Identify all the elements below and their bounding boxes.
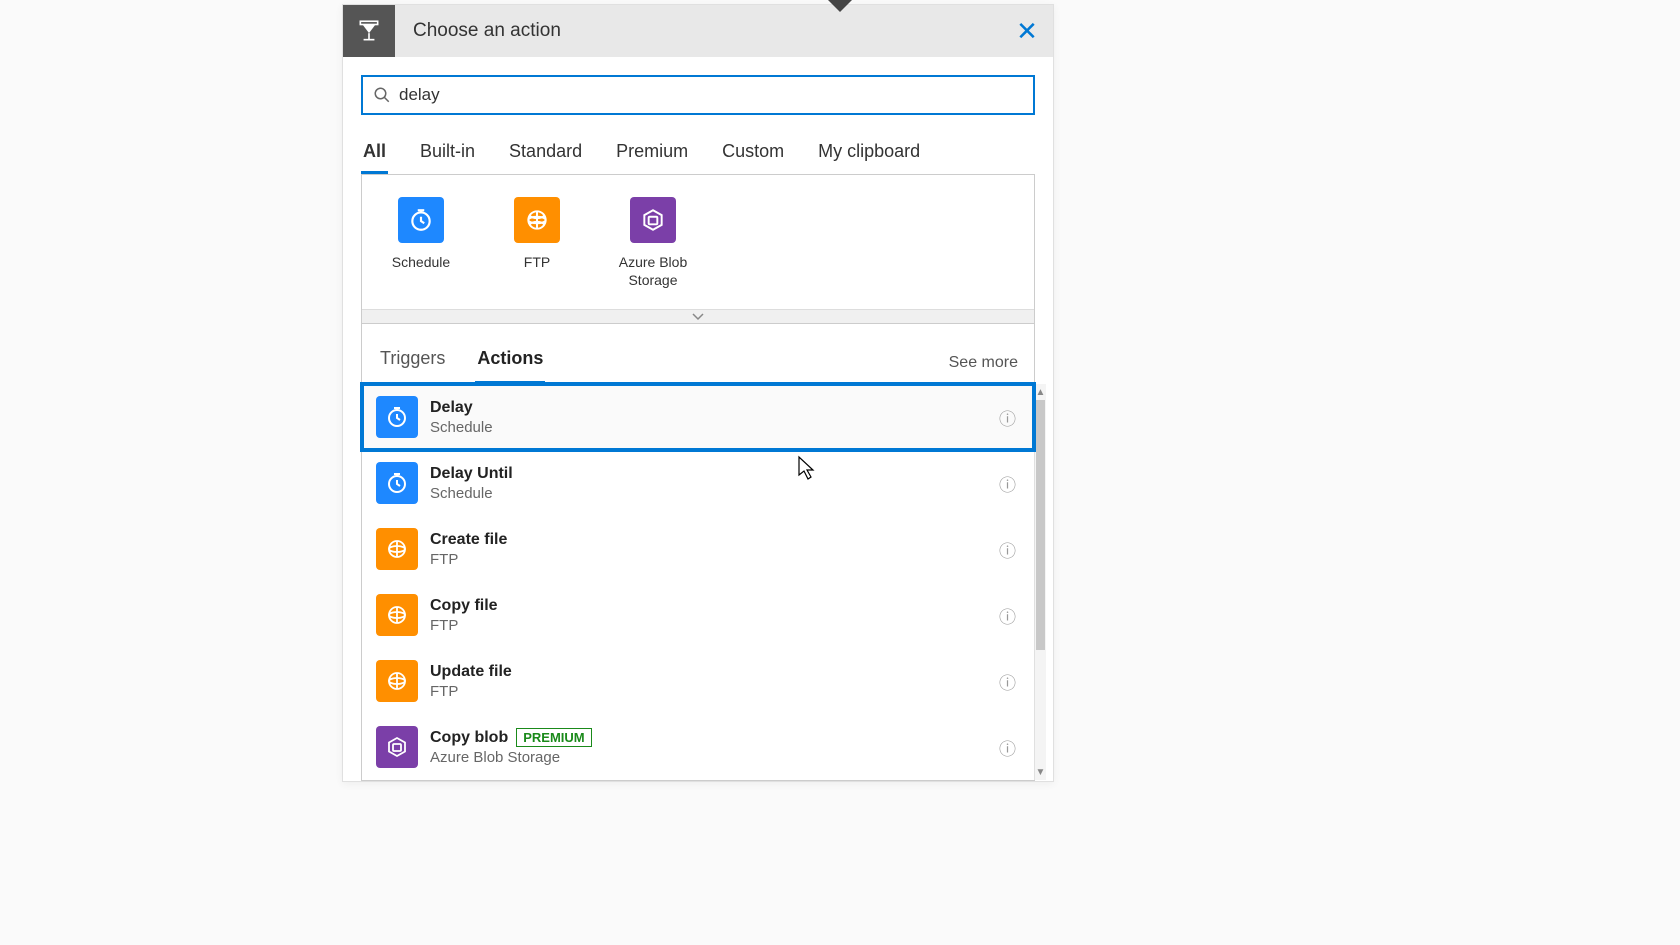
search-input[interactable]	[399, 85, 1023, 105]
expand-connectors[interactable]	[362, 309, 1034, 323]
tab-all[interactable]: All	[361, 133, 388, 174]
insert-marker	[828, 0, 852, 12]
info-icon[interactable]: ⓘ	[995, 735, 1020, 760]
connector-blob[interactable]: Azure Blob Storage	[614, 197, 692, 289]
tab-triggers[interactable]: Triggers	[378, 342, 447, 383]
close-icon: ✕	[1016, 16, 1038, 47]
action-subtitle: FTP	[430, 551, 995, 568]
action-title: Delay Until	[430, 465, 513, 483]
tab-actions[interactable]: Actions	[475, 342, 545, 383]
scrollbar[interactable]: ▲ ▼	[1034, 384, 1046, 780]
action-title: Copy blob	[430, 729, 508, 747]
action-title: Update file	[430, 663, 512, 681]
result-tabs: Triggers Actions See more	[362, 324, 1034, 384]
chevron-down-icon	[692, 313, 704, 321]
info-icon[interactable]: ⓘ	[995, 471, 1020, 496]
connector-label: FTP	[524, 253, 550, 271]
tab-builtin[interactable]: Built-in	[418, 133, 477, 174]
schedule-icon	[398, 197, 444, 243]
search-container	[343, 57, 1053, 133]
action-row-update-file[interactable]: Update file FTP ⓘ	[362, 648, 1034, 714]
action-title: Delay	[430, 399, 473, 417]
action-subtitle: Schedule	[430, 419, 995, 436]
category-tabs: All Built-in Standard Premium Custom My …	[343, 133, 1053, 174]
action-text: Copy blob PREMIUM Azure Blob Storage	[430, 728, 995, 766]
action-row-copy-file[interactable]: Copy file FTP ⓘ	[362, 582, 1034, 648]
ftp-icon	[376, 660, 418, 702]
tab-standard[interactable]: Standard	[507, 133, 584, 174]
search-box[interactable]	[361, 75, 1035, 115]
connector-label: Azure Blob Storage	[614, 253, 692, 289]
action-step-icon	[343, 5, 395, 57]
blob-icon	[630, 197, 676, 243]
action-list: Delay Schedule ⓘ Delay Until Schedule ⓘ	[362, 384, 1034, 780]
info-icon[interactable]: ⓘ	[995, 405, 1020, 430]
connector-label: Schedule	[392, 253, 450, 271]
action-subtitle: Azure Blob Storage	[430, 749, 995, 766]
connector-ftp[interactable]: FTP	[498, 197, 576, 289]
action-text: Create file FTP	[430, 531, 995, 568]
ftp-icon	[514, 197, 560, 243]
close-button[interactable]: ✕	[1001, 5, 1053, 57]
results-section: Triggers Actions See more Delay Schedule…	[361, 324, 1035, 781]
tab-custom[interactable]: Custom	[720, 133, 786, 174]
info-icon[interactable]: ⓘ	[995, 669, 1020, 694]
action-row-delay[interactable]: Delay Schedule ⓘ	[362, 384, 1034, 450]
action-text: Copy file FTP	[430, 597, 995, 634]
scroll-up-icon[interactable]: ▲	[1035, 384, 1046, 400]
action-text: Delay Until Schedule	[430, 465, 995, 502]
action-title: Copy file	[430, 597, 498, 615]
schedule-icon	[376, 396, 418, 438]
connectors-row: Schedule FTP Azure Blob Storage	[362, 175, 1034, 309]
tab-premium[interactable]: Premium	[614, 133, 690, 174]
action-title: Create file	[430, 531, 507, 549]
action-row-create-file[interactable]: Create file FTP ⓘ	[362, 516, 1034, 582]
action-text: Delay Schedule	[430, 399, 995, 436]
dialog-header: Choose an action ✕	[343, 5, 1053, 57]
connectors-panel: Schedule FTP Azure Blob Storage	[361, 174, 1035, 324]
action-text: Update file FTP	[430, 663, 995, 700]
info-icon[interactable]: ⓘ	[995, 603, 1020, 628]
action-subtitle: FTP	[430, 683, 995, 700]
action-row-delay-until[interactable]: Delay Until Schedule ⓘ	[362, 450, 1034, 516]
action-subtitle: FTP	[430, 617, 995, 634]
tab-clipboard[interactable]: My clipboard	[816, 133, 922, 174]
schedule-icon	[376, 462, 418, 504]
ftp-icon	[376, 594, 418, 636]
action-row-copy-blob[interactable]: Copy blob PREMIUM Azure Blob Storage ⓘ	[362, 714, 1034, 780]
dialog-title: Choose an action	[395, 20, 1001, 42]
connector-schedule[interactable]: Schedule	[382, 197, 460, 289]
action-subtitle: Schedule	[430, 485, 995, 502]
search-icon	[373, 86, 391, 104]
blob-icon	[376, 726, 418, 768]
see-more-link[interactable]: See more	[949, 354, 1018, 372]
info-icon[interactable]: ⓘ	[995, 537, 1020, 562]
ftp-icon	[376, 528, 418, 570]
scroll-down-icon[interactable]: ▼	[1035, 764, 1046, 780]
premium-badge: PREMIUM	[516, 728, 591, 747]
choose-action-dialog: Choose an action ✕ All Built-in Standard…	[342, 4, 1054, 782]
scroll-thumb[interactable]	[1036, 400, 1045, 650]
